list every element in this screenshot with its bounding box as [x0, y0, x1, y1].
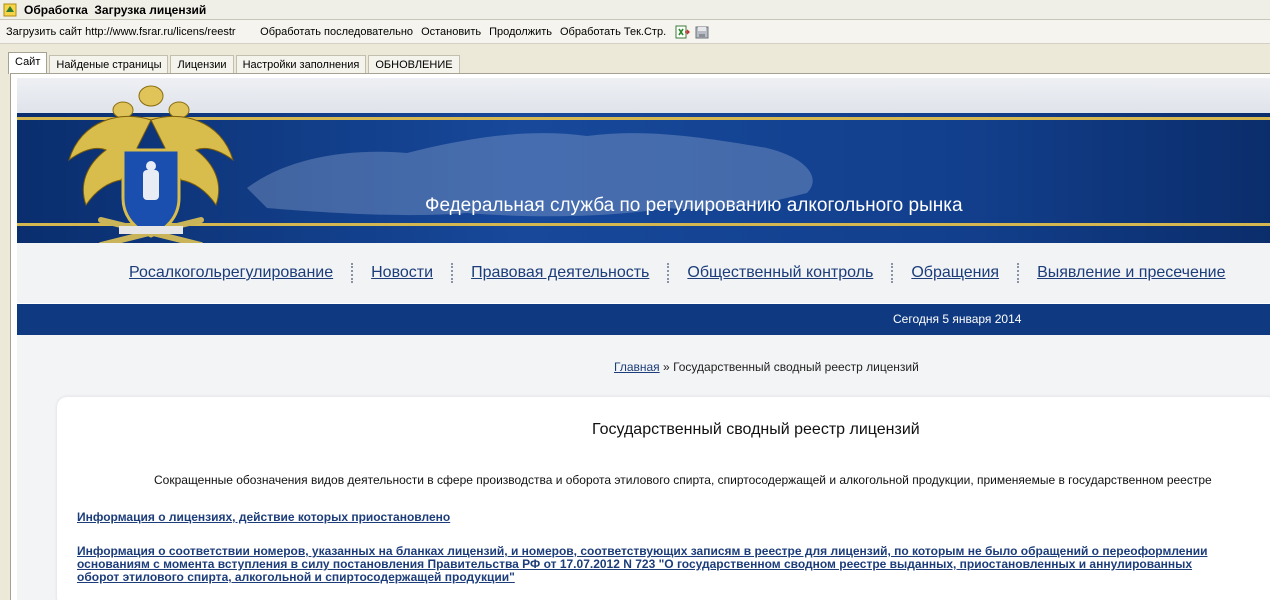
load-site-button[interactable]: Загрузить сайт http://www.fsrar.ru/licen… [6, 26, 252, 38]
window-title: Обработка Загрузка лицензий [24, 2, 207, 17]
stop-button[interactable]: Остановить [421, 26, 481, 38]
processing-icon [2, 2, 18, 18]
disk-icon[interactable] [694, 24, 710, 40]
breadcrumb: Главная » Государственный сводный реестр… [614, 360, 919, 374]
tab-licenses[interactable]: Лицензии [170, 55, 234, 74]
tab-fill-settings[interactable]: Настройки заполнения [235, 55, 367, 74]
nav-link-public-control[interactable]: Общественный контроль [687, 264, 873, 282]
breadcrumb-current: Государственный сводный реестр лицензий [673, 360, 919, 374]
license-match-link-line-3[interactable]: оборот этилового спирта, алкогольной и с… [77, 571, 515, 584]
nav-separator [451, 263, 454, 283]
intro-text: Сокращенные обозначения видов деятельнос… [154, 473, 1212, 487]
banner-title: Федеральная служба по регулированию алко… [425, 195, 963, 216]
nav-link-appeals[interactable]: Обращения [911, 264, 999, 282]
url-field[interactable]: http://www.fsrar.ru/licens/reestr [85, 26, 252, 38]
continue-button[interactable]: Продолжить [489, 26, 552, 38]
nav-separator [351, 263, 354, 283]
page-title: Государственный сводный реестр лицензий [592, 421, 920, 438]
breadcrumb-separator: » [663, 360, 670, 374]
tab-update[interactable]: ОБНОВЛЕНИЕ [368, 55, 460, 74]
nav-link-news[interactable]: Новости [371, 264, 433, 282]
current-date: Сегодня 5 января 2014 [893, 312, 1022, 326]
tab-bar: Сайт Найденые страницы Лицензии Настройк… [8, 52, 462, 74]
web-page: Федеральная служба по регулированию алко… [17, 78, 1270, 600]
tab-found-pages[interactable]: Найденые страницы [49, 55, 169, 74]
process-sequential-button[interactable]: Обработать последовательно [260, 26, 413, 38]
export-excel-icon[interactable] [674, 24, 691, 40]
tab-site[interactable]: Сайт [8, 52, 48, 74]
nav-link-legal[interactable]: Правовая деятельность [471, 264, 649, 282]
toolbar: Загрузить сайт http://www.fsrar.ru/licen… [0, 20, 1270, 44]
date-bar: Сегодня 5 января 2014 [17, 304, 1270, 335]
process-current-page-button[interactable]: Обработать Тек.Стр. [560, 26, 666, 38]
web-browser-frame[interactable]: Федеральная служба по регулированию алко… [10, 73, 1270, 600]
nav-link-rosalko[interactable]: Росалкогольрегулирование [129, 264, 333, 282]
emblem-icon [68, 85, 234, 248]
window-titlebar: Обработка Загрузка лицензий [0, 0, 1270, 20]
breadcrumb-home-link[interactable]: Главная [614, 360, 660, 374]
nav-separator [1017, 263, 1020, 283]
nav-separator [891, 263, 894, 283]
nav-link-detection[interactable]: Выявление и пресечение [1037, 264, 1225, 282]
nav-separator [667, 263, 670, 283]
site-nav: Росалкогольрегулирование Новости Правова… [17, 243, 1270, 303]
suspended-licenses-link[interactable]: Информация о лицензиях, действие которых… [77, 511, 450, 524]
